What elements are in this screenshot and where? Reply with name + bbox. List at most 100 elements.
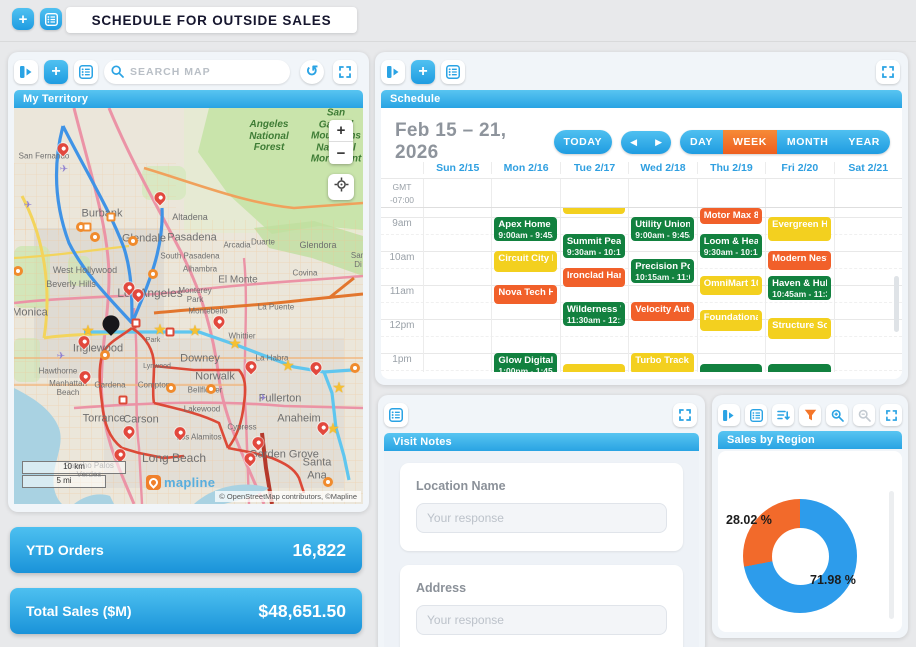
map-marker-stop[interactable]	[166, 383, 176, 393]
calendar-event[interactable]: Motor Max 8:45	[700, 208, 762, 224]
schedule-add-button[interactable]: +	[411, 60, 435, 84]
sales-filter-button[interactable]	[799, 404, 821, 426]
sales-scrollbar[interactable]	[889, 491, 894, 619]
day-column-thu[interactable]: Motor Max 8:45 Loom & Hear9:30am - 10:15a…	[697, 208, 765, 372]
schedule-list-button[interactable]	[441, 60, 465, 84]
next-button[interactable]: ▶	[646, 131, 671, 154]
sales-list-button[interactable]	[745, 404, 767, 426]
calendar-event[interactable]: Apex Home I9:00am - 9:45am	[494, 217, 556, 241]
sales-sort-button[interactable]	[772, 404, 794, 426]
calendar-event[interactable]: Velocity Auto Pa	[631, 302, 693, 321]
zoom-out-button[interactable]: −	[329, 142, 353, 164]
view-month-button[interactable]: MONTH	[777, 130, 839, 154]
today-button[interactable]: TODAY	[554, 130, 613, 154]
prev-button[interactable]: ◀	[621, 131, 646, 154]
map-marker-sq-org[interactable]	[83, 223, 92, 232]
territory-map[interactable]: San FernandoBurbankGlendalePasadenaAltad…	[14, 108, 363, 504]
map-marker-pin[interactable]	[243, 359, 259, 375]
calendar-event[interactable]: Utility Union9:00am - 9:45am	[631, 217, 693, 241]
map-marker-pin[interactable]	[172, 425, 188, 441]
sales-zoom-out-button[interactable]	[853, 404, 875, 426]
address-input[interactable]	[416, 605, 667, 635]
calendar-event[interactable]: Evergreen Habit	[768, 217, 830, 241]
calendar-event[interactable]: Glow Digital1:00pm - 1:45pm	[494, 353, 556, 372]
map-sidebar-toggle-button[interactable]	[14, 60, 38, 84]
location-name-input[interactable]	[416, 503, 667, 533]
schedule-sidebar-toggle-button[interactable]	[381, 60, 405, 84]
day-column-fri[interactable]: Evergreen Habit Modern Nest Co Haven & Hul…	[765, 208, 833, 372]
view-day-button[interactable]: DAY	[680, 130, 723, 154]
map-marker-plane[interactable]: ✈	[60, 165, 68, 175]
map-marker-stop[interactable]	[323, 477, 333, 487]
map-list-button[interactable]	[74, 60, 98, 84]
calendar-event[interactable]: Modern Nest Co	[768, 251, 830, 270]
day-column-mon[interactable]: Apex Home I9:00am - 9:45am Circuit City D…	[491, 208, 559, 372]
map-marker-stop[interactable]	[206, 384, 216, 394]
sales-sidebar-toggle-button[interactable]	[718, 404, 740, 426]
map-marker-stop[interactable]	[100, 350, 110, 360]
map-marker-sq-org[interactable]	[107, 213, 116, 222]
add-widget-button[interactable]: +	[12, 8, 34, 30]
day-column-tue[interactable]: Summit Peak9:30am - 10:15am Ironclad Hard…	[560, 208, 628, 372]
search-input[interactable]	[104, 60, 290, 84]
calendar-event[interactable]: Wilderness V11:30am - 12:15pm	[563, 302, 625, 326]
map-marker-star[interactable]: ★	[228, 337, 241, 352]
calendar-event[interactable]: OmniMart 10:45	[700, 276, 762, 295]
map-marker-stop[interactable]	[148, 269, 158, 279]
map-marker-pin[interactable]	[152, 190, 168, 206]
map-marker-pin[interactable]	[211, 314, 227, 330]
map-marker-sq-red[interactable]	[166, 328, 175, 337]
day-column-sat[interactable]	[834, 208, 902, 372]
map-marker-sq-red[interactable]	[132, 319, 141, 328]
view-week-button[interactable]: WEEK	[723, 130, 777, 154]
map-marker-plane[interactable]: ✈	[57, 352, 65, 362]
visit-notes-fullscreen-button[interactable]	[673, 403, 697, 427]
map-marker-plane[interactable]: ✈	[259, 394, 267, 404]
sales-fullscreen-button[interactable]	[880, 404, 902, 426]
map-marker-pin[interactable]	[250, 435, 266, 451]
zoom-in-button[interactable]: +	[329, 120, 353, 142]
map-marker-plane[interactable]: ✈	[24, 201, 32, 211]
map-marker-stop[interactable]	[14, 266, 23, 276]
map-marker-stop[interactable]	[350, 363, 360, 373]
calendar-event[interactable]: Structure Sourc	[768, 318, 830, 339]
map-marker-star[interactable]: ★	[332, 381, 345, 396]
map-marker-pin-black[interactable]	[99, 312, 123, 336]
calendar-event[interactable]	[700, 364, 762, 372]
map-marker-pin[interactable]	[77, 369, 93, 385]
map-marker-pin[interactable]	[55, 141, 71, 157]
calendar-event[interactable]: Haven & Hull10:45am - 11:30am	[768, 276, 830, 300]
map-fullscreen-button[interactable]	[333, 60, 357, 84]
map-add-button[interactable]: +	[44, 60, 68, 84]
calendar-event[interactable]: Turbo Track Sup	[631, 353, 693, 372]
map-marker-pin[interactable]	[121, 424, 137, 440]
map-panel-header: My Territory	[14, 90, 363, 108]
calendar-event[interactable]	[563, 208, 625, 214]
map-history-button[interactable]: ↺	[300, 60, 324, 84]
map-marker-star[interactable]: ★	[281, 359, 294, 374]
calendar-scrollbar[interactable]	[894, 276, 899, 332]
sales-zoom-in-button[interactable]	[826, 404, 848, 426]
widget-list-button[interactable]	[40, 8, 62, 30]
calendar-event[interactable]: Loom & Hear9:30am - 10:15am	[700, 234, 762, 258]
calendar-event[interactable]: Foundational Co	[700, 310, 762, 331]
calendar-event[interactable]	[768, 364, 830, 372]
calendar-event[interactable]: Ironclad Hardw	[563, 268, 625, 287]
schedule-fullscreen-button[interactable]	[876, 60, 900, 84]
map-marker-sq-red[interactable]	[119, 396, 128, 405]
map-marker-star[interactable]: ★	[188, 324, 201, 339]
calendar-event[interactable]: Nova Tech Hub	[494, 285, 556, 304]
day-column-wed[interactable]: Utility Union9:00am - 9:45am Precision Po…	[628, 208, 696, 372]
calendar-event[interactable]: Summit Peak9:30am - 10:15am	[563, 234, 625, 258]
visit-notes-list-button[interactable]	[384, 403, 408, 427]
locate-button[interactable]	[328, 174, 354, 200]
calendar-event[interactable]: Circuit City Dyn	[494, 251, 556, 272]
view-year-button[interactable]: YEAR	[838, 130, 890, 154]
map-marker-pin[interactable]	[308, 360, 324, 376]
map-marker-stop[interactable]	[128, 236, 138, 246]
day-column-sun[interactable]	[423, 208, 491, 372]
calendar-event[interactable]: Precision Pow10:15am - 11:00am	[631, 259, 693, 283]
calendar-event[interactable]	[563, 364, 625, 372]
map-marker-pin[interactable]	[242, 451, 258, 467]
map-marker-stop[interactable]	[90, 232, 100, 242]
